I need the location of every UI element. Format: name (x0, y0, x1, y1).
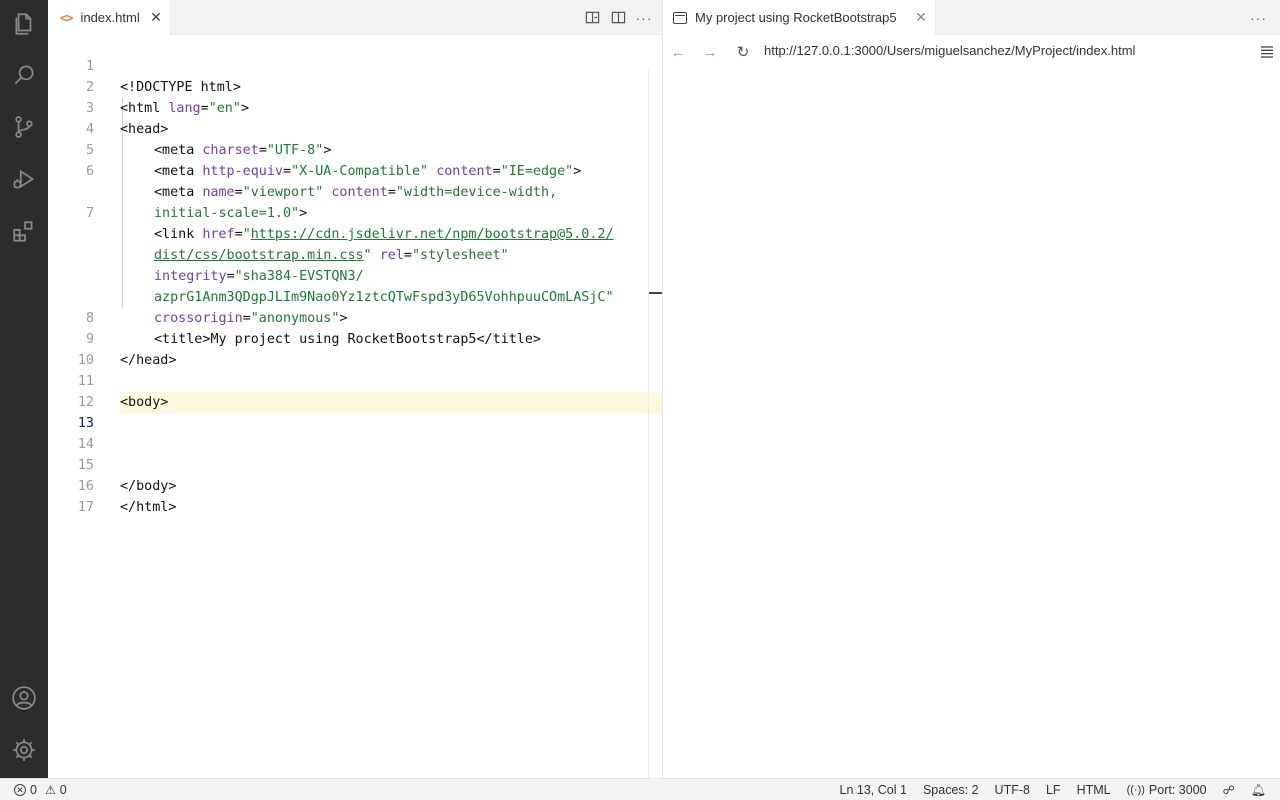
code-line: 17 (48, 476, 662, 515)
split-editor-icon[interactable] (610, 10, 626, 26)
warning-count: 0 (59, 783, 67, 797)
warning-icon: ⚠ (44, 783, 56, 797)
more-actions-icon[interactable]: ··· (1250, 0, 1267, 35)
error-count: 0 (30, 783, 37, 797)
editor-actions: ··· (584, 0, 652, 35)
code-line: 11 <body> (48, 350, 662, 410)
code-line: 5 <meta http-equiv="X-UA-Compatible" con… (48, 119, 662, 179)
code-line: 14 (48, 413, 662, 452)
run-debug-icon[interactable] (0, 155, 48, 203)
reload-icon[interactable]: ↻ (733, 42, 753, 62)
editor-group: <> index.html ✕ ··· 1 <!DOCTYPE html> 2 … (48, 0, 662, 800)
code-line: 1 <!DOCTYPE html> (48, 35, 662, 95)
end-of-line[interactable]: LF (1038, 783, 1069, 797)
preview-navbar: ← → ↻ http://127.0.0.1:3000/Users/miguel… (663, 35, 1280, 69)
code-line: crossorigin="anonymous"> (154, 311, 348, 326)
indentation[interactable]: Spaces: 2 (915, 783, 987, 797)
source-control-icon[interactable] (0, 103, 48, 151)
feedback-icon[interactable]: ☍ (1215, 783, 1243, 797)
more-actions-icon[interactable]: ··· (636, 10, 652, 26)
broadcast-icon: ((·)) (1126, 784, 1145, 796)
code-line: dist/css/bootstrap.min.css" rel="stylesh… (154, 248, 509, 263)
code-line: 3 <head> (48, 77, 662, 137)
search-icon[interactable] (0, 51, 48, 99)
open-preview-icon[interactable] (584, 10, 600, 26)
live-server-port[interactable]: ((·)) Port: 3000 (1119, 783, 1215, 797)
error-icon: ✕ (14, 784, 26, 796)
files-icon[interactable] (0, 0, 48, 48)
preview-tabbar: My project using RocketBootstrap5 ✕ ··· (663, 0, 1280, 35)
code-line: integrity="sha384-EVSTQN3/ (154, 269, 364, 284)
language-mode[interactable]: HTML (1069, 783, 1119, 797)
url-input[interactable]: http://127.0.0.1:3000/Users/miguelsanche… (764, 43, 1135, 58)
menu-icon[interactable] (1257, 42, 1277, 62)
gear-icon[interactable] (0, 726, 48, 774)
tab-index-html[interactable]: <> index.html ✕ (48, 0, 171, 35)
code-text: </html> (120, 500, 177, 515)
close-icon[interactable]: ✕ (148, 9, 164, 25)
extensions-icon[interactable] (0, 208, 48, 256)
code-line: 9 </head> (48, 308, 662, 368)
editor-tabbar: <> index.html ✕ ··· (48, 0, 662, 35)
code-line: 8 <title>My project using RocketBootstra… (48, 287, 662, 347)
code-line: initial-scale=1.0"> (48, 161, 662, 221)
code-line: 12 (48, 371, 662, 410)
encoding[interactable]: UTF-8 (987, 783, 1038, 797)
html-file-icon: <> (60, 10, 73, 25)
problems-indicator[interactable]: ✕ 0 ⚠ 0 (14, 779, 67, 800)
back-icon[interactable]: ← (668, 42, 688, 62)
code-line: 4 <meta charset="UTF-8"> (48, 98, 662, 158)
code-line: 2 <html lang="en"> (48, 56, 662, 116)
activity-bar (0, 0, 48, 778)
code-line: 6 <meta name="viewport" content="width=d… (48, 140, 662, 200)
account-icon[interactable] (0, 674, 48, 722)
code-line: 10 (48, 329, 662, 368)
tab-label: index.html (80, 10, 140, 25)
line-number: 17 (77, 500, 94, 515)
preview-content[interactable] (663, 69, 1280, 778)
code-editor[interactable]: 1 <!DOCTYPE html> 2 <html lang="en"> 3 <… (48, 35, 662, 800)
preview-tab-label: My project using RocketBootstrap5 (695, 10, 897, 25)
status-bar: ✕ 0 ⚠ 0 Ln 13, Col 1 Spaces: 2 UTF-8 LF … (0, 778, 1280, 800)
browser-preview: My project using RocketBootstrap5 ✕ ··· … (662, 0, 1280, 778)
code-line: 16 </html> (48, 455, 662, 515)
code-line: azprG1Anm3QDgpJLIm9Nao0Yz1ztcQTwFspd3yD6… (48, 245, 662, 305)
bell-icon[interactable]: 🔔︎ (1243, 783, 1266, 797)
tab-preview[interactable]: My project using RocketBootstrap5 ✕ (663, 0, 936, 35)
cursor-position[interactable]: Ln 13, Col 1 (832, 783, 915, 797)
code-line: 15 </body> (48, 434, 662, 494)
code-line-current: 13 (48, 392, 662, 431)
forward-icon[interactable]: → (700, 42, 720, 62)
code-line: 7 <link href="https://cdn.jsdelivr.net/n… (48, 182, 662, 242)
close-icon[interactable]: ✕ (913, 9, 929, 25)
browser-icon (673, 11, 687, 24)
port-label: Port: 3000 (1148, 783, 1207, 797)
status-right: Ln 13, Col 1 Spaces: 2 UTF-8 LF HTML ((·… (832, 779, 1266, 800)
